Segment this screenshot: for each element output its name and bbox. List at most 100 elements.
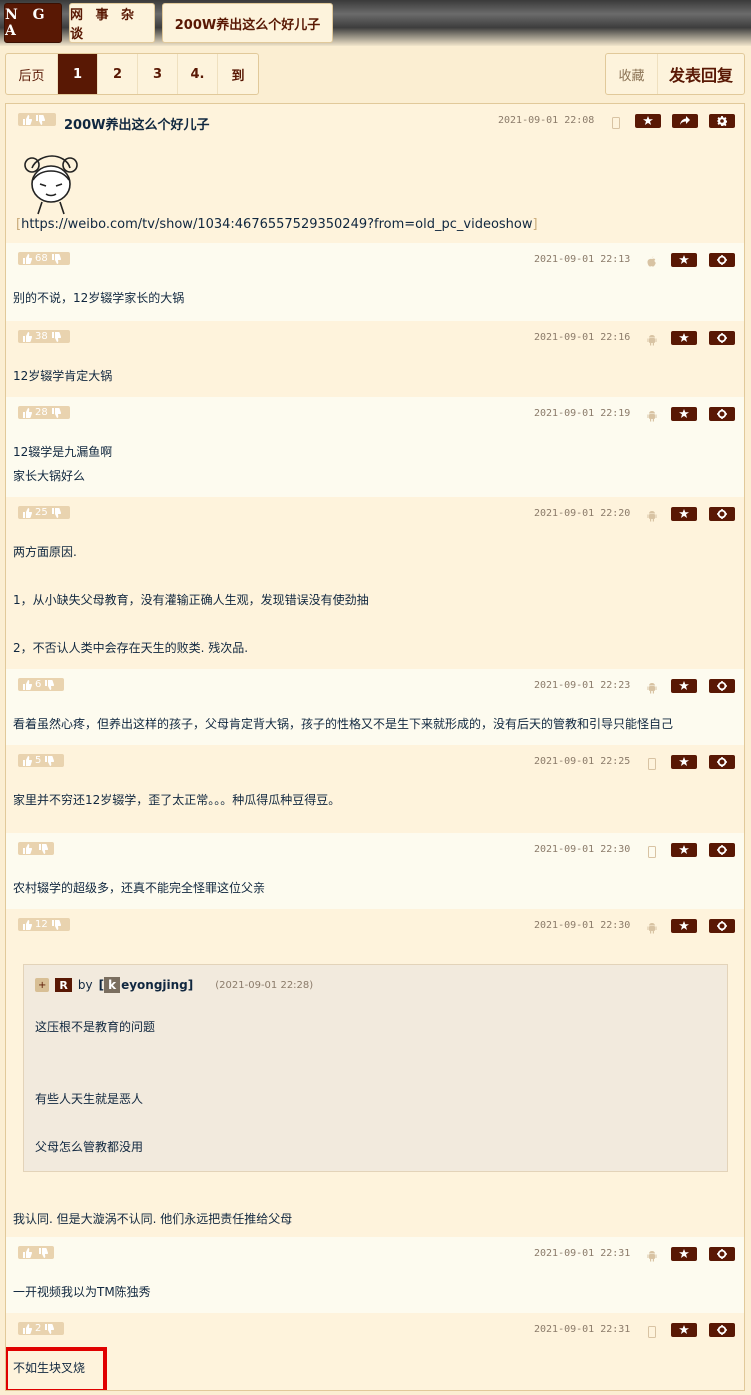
star-button[interactable] [671, 843, 697, 857]
vote-box[interactable]: 12 [18, 918, 70, 931]
settings-button[interactable] [709, 253, 735, 267]
vote-box[interactable]: 6 [18, 678, 64, 691]
vote-box[interactable]: 25 [18, 506, 70, 519]
settings-button[interactable] [709, 507, 735, 521]
thumb-up-icon[interactable] [22, 1247, 32, 1258]
post-content: 我认同. 但是大漩涡不认同. 他们永远把责任推给父母 [13, 1212, 293, 1226]
thumb-down-icon[interactable] [51, 253, 61, 264]
star-button[interactable] [671, 407, 697, 421]
settings-button[interactable] [709, 114, 735, 128]
star-button[interactable] [671, 507, 697, 521]
vote-box[interactable]: 28 [18, 406, 70, 419]
like-count: 12 [35, 919, 48, 930]
prev-page-button[interactable]: 后页 [6, 54, 58, 94]
thumb-down-icon[interactable] [51, 507, 61, 518]
like-count: 2 [35, 1323, 42, 1334]
page-2-button[interactable]: 2 [98, 54, 138, 94]
star-button[interactable] [671, 331, 697, 345]
star-icon [643, 116, 653, 125]
settings-button[interactable] [709, 919, 735, 933]
share-icon [680, 116, 690, 125]
settings-button[interactable] [709, 755, 735, 769]
page-1-button[interactable]: 1 [58, 54, 98, 94]
settings-button[interactable] [709, 843, 735, 857]
post-reply-button[interactable]: 发表回复 [658, 54, 744, 94]
star-icon [679, 1325, 689, 1334]
star-button[interactable] [671, 253, 697, 267]
thumb-down-icon[interactable] [44, 679, 55, 690]
pagination: 后页 1 2 3 4. 到 [5, 53, 259, 95]
gear-icon [717, 921, 727, 931]
mobile-icon [647, 755, 657, 770]
settings-button[interactable] [709, 1323, 735, 1337]
thumb-down-icon[interactable] [38, 843, 48, 854]
vote-box[interactable]: 38 [18, 330, 70, 343]
post-date: 2021-09-01 22:23 [534, 680, 631, 691]
like-count: 38 [35, 331, 48, 342]
thumb-up-icon[interactable] [22, 919, 32, 930]
star-button[interactable] [635, 114, 661, 128]
favorite-button[interactable]: 收藏 [606, 54, 658, 94]
thumb-up-icon[interactable] [22, 114, 32, 125]
settings-button[interactable] [709, 679, 735, 693]
link-bracket-close: ] [532, 217, 538, 232]
thumb-up-icon[interactable] [22, 843, 32, 854]
gear-icon [717, 333, 727, 343]
link-url[interactable]: https://weibo.com/tv/show/1034:467655752… [21, 217, 532, 232]
star-button[interactable] [671, 919, 697, 933]
settings-button[interactable] [709, 331, 735, 345]
post-date: 2021-09-01 22:31 [534, 1248, 631, 1259]
video-link[interactable]: [https://weibo.com/tv/show/1034:46765575… [16, 217, 538, 232]
vote-box[interactable] [18, 842, 54, 855]
star-button[interactable] [671, 679, 697, 693]
android-icon [647, 679, 657, 694]
settings-button[interactable] [709, 407, 735, 421]
settings-button[interactable] [709, 1247, 735, 1261]
android-icon [647, 507, 657, 522]
quote-reply-tag[interactable]: R [55, 978, 72, 992]
post-content: 农村辍学的超级多，还真不能完全怪罪这位父亲 [13, 881, 266, 895]
quote-user-close: ] [187, 978, 194, 992]
thumb-up-icon[interactable] [22, 1323, 32, 1334]
vote-box[interactable] [18, 1246, 54, 1259]
like-count: 5 [35, 755, 42, 766]
thumb-down-icon[interactable] [44, 755, 55, 766]
thumb-down-icon[interactable] [38, 1247, 48, 1258]
share-button[interactable] [672, 114, 698, 128]
star-button[interactable] [671, 755, 697, 769]
goto-page-button[interactable]: 到 [218, 54, 258, 94]
thumb-up-icon[interactable] [22, 679, 32, 690]
post-date: 2021-09-01 22:30 [534, 920, 631, 931]
user-avatar[interactable] [18, 152, 84, 216]
thumb-down-icon[interactable] [44, 1323, 55, 1334]
star-button[interactable] [671, 1323, 697, 1337]
thumb-down-icon[interactable] [35, 114, 45, 125]
vote-box[interactable]: 5 [18, 754, 64, 767]
vote-box[interactable]: 2 [18, 1322, 64, 1335]
page-4-button[interactable]: 4. [178, 54, 218, 94]
vote-box[interactable]: 68 [18, 252, 70, 265]
thumb-down-icon[interactable] [51, 331, 61, 342]
gear-icon [717, 1325, 727, 1335]
quote-user[interactable]: [k eyongjing] [99, 977, 194, 993]
star-button[interactable] [671, 1247, 697, 1261]
vote-box[interactable] [18, 113, 56, 126]
star-icon [679, 845, 689, 854]
like-count: 25 [35, 507, 48, 518]
breadcrumb-thread[interactable]: 200W养出这么个好儿子 [162, 3, 333, 43]
thumb-down-icon[interactable] [51, 407, 61, 418]
quote-expand-button[interactable]: + [35, 978, 50, 992]
nga-logo[interactable]: N G A [4, 3, 62, 43]
thumb-up-icon[interactable] [22, 407, 32, 418]
gear-icon [717, 1249, 727, 1259]
page-3-button[interactable]: 3 [138, 54, 178, 94]
thumb-down-icon[interactable] [51, 919, 61, 930]
quote-username[interactable]: eyongjing [121, 978, 188, 992]
thumb-up-icon[interactable] [22, 253, 32, 264]
thumb-up-icon[interactable] [22, 331, 32, 342]
post-content: 12辍学是九漏鱼啊 家长大锅好么 [13, 445, 113, 483]
thumb-up-icon[interactable] [22, 755, 32, 766]
like-count: 68 [35, 253, 48, 264]
thumb-up-icon[interactable] [22, 507, 32, 518]
breadcrumb-forum[interactable]: 网 事 杂 谈 [69, 3, 155, 43]
